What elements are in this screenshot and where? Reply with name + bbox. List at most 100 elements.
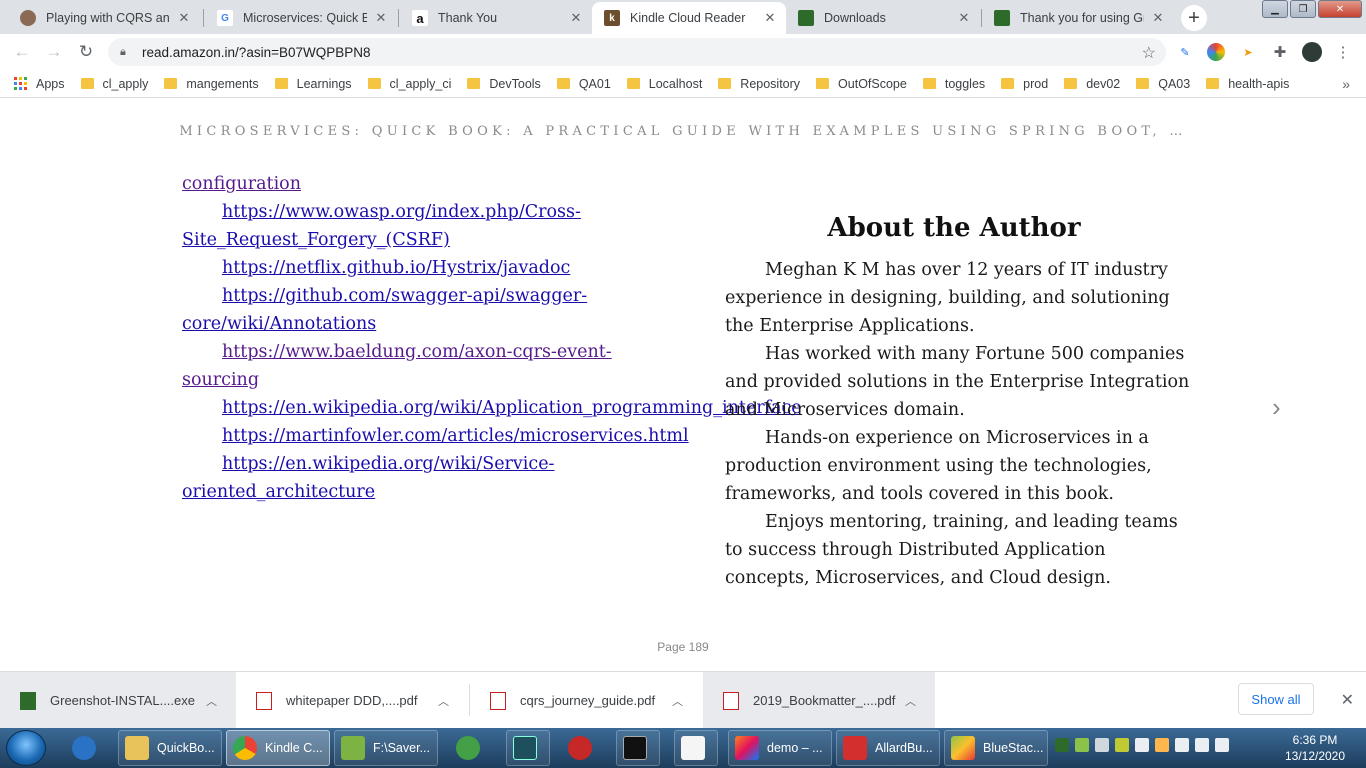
reference-link[interactable]: https://martinfowler.com/articles/micros… xyxy=(182,422,689,450)
taskbar-item[interactable]: demo – ... xyxy=(728,730,832,766)
extension-arrow-icon[interactable]: ➤ xyxy=(1239,43,1257,61)
bookmark-label: mangements xyxy=(186,76,259,91)
download-item[interactable]: Greenshot-INSTAL....exe ︿ xyxy=(0,672,236,729)
clock-app-icon xyxy=(456,736,480,760)
chevron-up-icon[interactable]: ︿ xyxy=(905,693,919,709)
bookmark-folder[interactable]: Repository xyxy=(718,77,800,91)
address-bar[interactable]: 🔒︎ read.amazon.in/?asin=B07WQPBPN8 ☆ xyxy=(108,38,1166,66)
tray-app-icon[interactable] xyxy=(1075,738,1089,752)
taskbar-item[interactable]: AllardBu... xyxy=(836,730,940,766)
taskbar-item[interactable] xyxy=(562,730,602,766)
taskbar-label: BlueStac... xyxy=(983,741,1044,755)
taskbar-item[interactable] xyxy=(450,730,490,766)
download-item[interactable]: cqrs_journey_guide.pdf ︿ xyxy=(470,672,702,729)
pdf-icon xyxy=(490,691,506,710)
download-item[interactable]: 2019_Bookmatter_....pdf ︿ xyxy=(703,672,935,729)
maximize-button[interactable]: ❐ xyxy=(1290,0,1316,18)
bookmark-folder[interactable]: prod xyxy=(1001,77,1048,91)
bookmark-folder[interactable]: QA01 xyxy=(556,77,611,91)
show-all-button[interactable]: Show all xyxy=(1238,683,1314,715)
bookmark-folder[interactable]: toggles xyxy=(922,77,985,91)
tab-microservices[interactable]: G Microservices: Quick Boo ✕ xyxy=(205,2,397,34)
bookmark-folder[interactable]: Learnings xyxy=(274,77,352,91)
taskbar-item[interactable]: Kindle C... xyxy=(226,730,330,766)
tray-app-icon[interactable] xyxy=(1115,738,1129,752)
bookmark-apps[interactable]: Apps xyxy=(14,77,65,91)
chevron-up-icon[interactable]: ︿ xyxy=(438,693,452,709)
tab-greenshot-thanks[interactable]: Thank you for using Gre ✕ xyxy=(982,2,1174,34)
taskbar-item[interactable] xyxy=(66,730,106,766)
volume-icon[interactable] xyxy=(1155,738,1169,752)
download-item[interactable]: whitepaper DDD,....pdf ︿ xyxy=(236,672,468,729)
display-icon[interactable] xyxy=(1195,738,1209,752)
pdf-icon xyxy=(256,691,272,710)
reference-link[interactable]: configuration xyxy=(182,170,642,198)
minimize-button[interactable]: ▁ xyxy=(1262,0,1288,18)
bookmark-star-icon[interactable]: ☆ xyxy=(1142,43,1156,63)
close-icon[interactable]: ✕ xyxy=(373,10,389,26)
next-page-chevron-icon[interactable]: › xyxy=(1272,392,1281,423)
close-icon[interactable]: ✕ xyxy=(956,10,972,26)
menu-kebab-icon[interactable]: ⋮ xyxy=(1334,43,1352,61)
greenshot-tray-icon[interactable] xyxy=(1055,738,1069,752)
security-shield-icon[interactable] xyxy=(1095,738,1109,752)
kindle-reader: MICROSERVICES: QUICK BOOK: A PRACTICAL G… xyxy=(0,98,1366,671)
tab-kindle-cloud-reader[interactable]: k Kindle Cloud Reader ✕ xyxy=(592,2,786,34)
close-window-button[interactable]: ✕ xyxy=(1318,0,1362,18)
bookmark-folder[interactable]: dev02 xyxy=(1064,77,1120,91)
chevron-right-double-icon[interactable]: » xyxy=(1342,76,1350,92)
profile-avatar[interactable] xyxy=(1302,42,1322,62)
reference-link[interactable]: https://www.owasp.org/index.php/Cross-Si… xyxy=(182,198,642,254)
folder-icon xyxy=(922,78,936,89)
close-icon[interactable]: ✕ xyxy=(762,10,778,26)
download-filename: Greenshot-INSTAL....exe xyxy=(50,693,195,708)
forward-arrow-icon[interactable]: → xyxy=(42,40,66,64)
taskbar-item[interactable] xyxy=(616,730,660,766)
reference-link[interactable]: https://en.wikipedia.org/wiki/Applicatio… xyxy=(182,394,802,422)
reference-link[interactable]: https://netflix.github.io/Hystrix/javado… xyxy=(182,254,642,282)
reload-icon[interactable]: ↻ xyxy=(74,40,98,64)
chevron-up-icon[interactable]: ︿ xyxy=(206,693,220,709)
bookmark-folder[interactable]: OutOfScope xyxy=(816,77,907,91)
start-button[interactable] xyxy=(6,730,46,766)
bookmark-folder[interactable]: QA03 xyxy=(1136,77,1190,91)
tab-thank-you[interactable]: a Thank You ✕ xyxy=(400,2,592,34)
taskbar-item[interactable] xyxy=(506,730,550,766)
new-tab-button[interactable]: + xyxy=(1181,5,1207,31)
system-clock[interactable]: 6:36 PM 13/12/2020 xyxy=(1278,732,1352,764)
color-picker-icon[interactable] xyxy=(1207,43,1225,61)
eyedropper-icon[interactable]: ✎ xyxy=(1176,43,1194,61)
bookmark-folder[interactable]: health-apis xyxy=(1206,77,1289,91)
tab-cqrs[interactable]: Playing with CQRS and E ✕ xyxy=(8,2,200,34)
network-icon[interactable] xyxy=(1135,738,1149,752)
bookmark-label: OutOfScope xyxy=(838,76,907,91)
bookmark-folder[interactable]: DevTools xyxy=(467,77,541,91)
folder-icon xyxy=(1136,78,1150,89)
flag-icon[interactable] xyxy=(1175,738,1189,752)
reference-link[interactable]: https://github.com/swagger-api/swagger-c… xyxy=(182,282,642,338)
taskbar-item[interactable] xyxy=(674,730,718,766)
bookmark-folder[interactable]: cl_apply_ci xyxy=(367,77,451,91)
bookmark-folder[interactable]: mangements xyxy=(164,76,259,91)
close-icon[interactable]: ✕ xyxy=(176,10,192,26)
close-icon[interactable]: ✕ xyxy=(1341,690,1354,710)
editor-icon xyxy=(513,736,537,760)
reference-links-column: configuration https://www.owasp.org/inde… xyxy=(182,170,802,506)
tab-downloads[interactable]: Downloads ✕ xyxy=(786,2,980,34)
taskbar-item[interactable]: QuickBo... xyxy=(118,730,222,766)
bookmark-label: prod xyxy=(1023,76,1049,91)
bookmark-folder[interactable]: cl_apply xyxy=(80,77,148,91)
book-title: MICROSERVICES: QUICK BOOK: A PRACTICAL G… xyxy=(179,124,1187,139)
taskbar-item[interactable]: BlueStac... xyxy=(944,730,1048,766)
bookmark-folder[interactable]: Localhost xyxy=(626,77,702,91)
reference-link[interactable]: https://www.baeldung.com/axon-cqrs-event… xyxy=(182,338,642,394)
chevron-up-icon[interactable]: ︿ xyxy=(672,693,686,709)
folder-icon xyxy=(556,78,570,89)
back-arrow-icon[interactable]: ← xyxy=(10,40,34,64)
close-icon[interactable]: ✕ xyxy=(568,10,584,26)
extensions-puzzle-icon[interactable]: ✚ xyxy=(1271,43,1289,61)
taskbar-item[interactable]: F:\Saver... xyxy=(334,730,438,766)
speaker-icon[interactable] xyxy=(1215,738,1229,752)
close-icon[interactable]: ✕ xyxy=(1150,10,1166,26)
reference-link[interactable]: https://en.wikipedia.org/wiki/Service-or… xyxy=(182,450,642,506)
